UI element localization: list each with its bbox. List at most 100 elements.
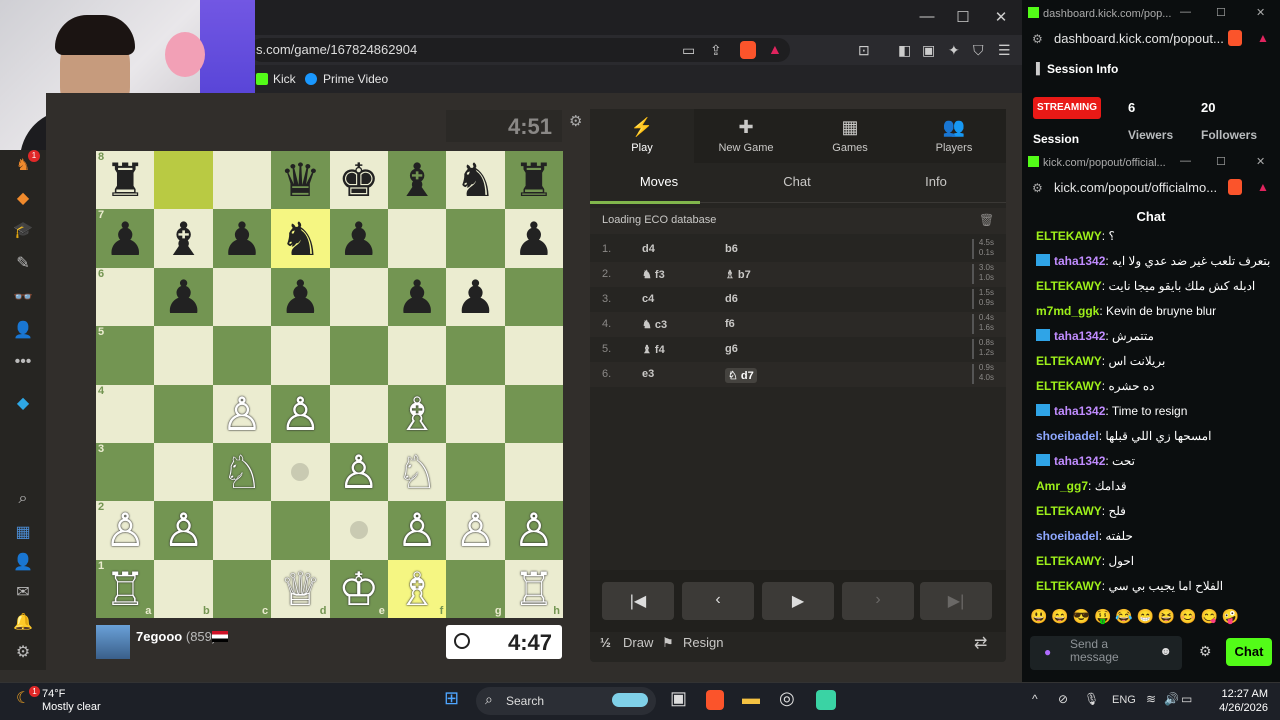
send-message-input[interactable]: ● Send a message ☻ (1030, 636, 1182, 670)
leo-ai-icon[interactable]: ✦ (948, 42, 960, 59)
chat-username[interactable]: shoeibadel (1036, 429, 1099, 443)
square-h6[interactable] (504, 267, 563, 327)
share-icon[interactable]: ⇪ (710, 42, 722, 59)
chat-username[interactable]: taha1342 (1054, 254, 1105, 268)
chess-piece[interactable]: ♟ (455, 274, 496, 320)
square-f2[interactable]: ♙ (387, 501, 447, 560)
binoculars-icon[interactable]: 👓 (12, 287, 34, 307)
chat-username[interactable]: ELTEKAWY (1036, 229, 1102, 243)
chess-piece[interactable]: ♚ (338, 157, 379, 203)
tray-chevron-icon[interactable]: ^ (1032, 692, 1038, 706)
chess-piece[interactable]: ♕ (280, 566, 321, 612)
square-b3[interactable] (154, 442, 213, 502)
chat-username[interactable]: taha1342 (1054, 329, 1105, 343)
square-a8[interactable]: 8 ♜ (96, 151, 155, 210)
subtab-info[interactable]: Info (866, 163, 1006, 203)
chess-piece[interactable]: ♗ (396, 566, 437, 612)
chess-piece[interactable]: ♞ (455, 157, 496, 203)
square-c3[interactable]: ♘ (212, 442, 272, 502)
kick-chat-minimize-icon[interactable]: — (1180, 155, 1191, 167)
chess-piece[interactable]: ♙ (105, 507, 146, 553)
minimize-icon[interactable]: — (912, 8, 942, 25)
square-c2[interactable] (212, 501, 272, 560)
white-move[interactable]: ♞ f3 (642, 268, 665, 281)
square-g2[interactable]: ♙ (446, 501, 505, 560)
next-move-button[interactable]: › (842, 582, 914, 620)
chess-piece[interactable]: ♝ (163, 216, 204, 262)
emoji-icon[interactable]: ☻ (1159, 644, 1172, 658)
avatar[interactable] (96, 625, 130, 659)
black-move[interactable]: ♗ b7 (725, 268, 751, 281)
watch-icon[interactable]: ✎ (12, 253, 34, 273)
learn-icon[interactable]: 🎓 (12, 220, 34, 240)
chat-settings-icon[interactable]: ⚙ (1199, 643, 1212, 660)
square-a7[interactable]: 7 ♟ (96, 209, 155, 268)
community-icon[interactable]: 👤 (12, 320, 34, 340)
square-e5[interactable] (329, 326, 388, 385)
white-move[interactable]: ♞ c3 (642, 318, 667, 331)
flip-board-icon[interactable]: ⇄ (974, 633, 987, 653)
kick-brave-shield-icon[interactable] (1228, 30, 1242, 46)
brave-rewards-icon[interactable]: ▲ (768, 41, 782, 57)
square-f6[interactable]: ♟ (387, 267, 447, 327)
square-f8[interactable]: ♝ (387, 151, 447, 210)
trash-icon[interactable]: 🗑 (979, 213, 994, 227)
move-hint-dot[interactable] (349, 521, 368, 540)
kick-maximize-icon[interactable]: ☐ (1216, 6, 1226, 19)
play-button[interactable]: ▶ (762, 582, 834, 620)
kick-chat-maximize-icon[interactable]: ☐ (1216, 155, 1226, 168)
square-h3[interactable] (504, 442, 563, 502)
black-move[interactable]: d6 (725, 293, 738, 305)
square-a5[interactable]: 5 (96, 326, 155, 385)
square-h5[interactable] (504, 326, 563, 385)
site-info-icon[interactable]: ⚙ (1032, 32, 1043, 46)
subtab-chat[interactable]: Chat (728, 163, 866, 203)
settings-icon[interactable]: ⚙ (12, 642, 34, 662)
chess-piece[interactable]: ♟ (396, 274, 437, 320)
chess-piece[interactable]: ♖ (513, 566, 554, 612)
square-b4[interactable] (154, 384, 213, 443)
white-move[interactable]: c4 (642, 293, 654, 305)
square-b5[interactable] (154, 326, 213, 385)
bell-icon[interactable]: 🔔 (12, 612, 34, 632)
chat-username[interactable]: ELTEKAWY (1036, 554, 1102, 568)
square-e8[interactable]: ♚ (329, 151, 388, 210)
square-c8[interactable] (212, 151, 272, 210)
square-d2[interactable] (271, 501, 330, 560)
square-e2[interactable] (329, 501, 388, 560)
square-e7[interactable]: ♟ (329, 209, 388, 268)
player-username[interactable]: 7egooo (136, 629, 182, 644)
chat-username[interactable]: ELTEKAWY (1036, 279, 1102, 293)
black-move[interactable]: ♘ d7 (725, 368, 757, 383)
square-g1[interactable]: g (446, 559, 505, 618)
chess-piece[interactable]: ♟ (513, 216, 554, 262)
chat-site-info-icon[interactable]: ⚙ (1032, 181, 1043, 195)
brave-taskbar-icon[interactable] (706, 690, 724, 710)
move-hint-dot[interactable] (291, 463, 310, 482)
close-icon[interactable]: ✕ (986, 8, 1016, 26)
square-g6[interactable]: ♟ (446, 267, 505, 327)
chrome-taskbar-icon[interactable]: ◎ (779, 688, 795, 709)
white-move[interactable]: d4 (642, 243, 655, 255)
chess-piece[interactable]: ♞ (280, 216, 321, 262)
resign-button[interactable]: Resign (683, 635, 723, 650)
square-g5[interactable] (446, 326, 505, 385)
search-icon[interactable]: ⌕ (12, 490, 34, 510)
white-move[interactable]: e3 (642, 368, 654, 380)
cast-icon[interactable]: ▭ (682, 42, 695, 59)
chess-piece[interactable]: ♙ (513, 507, 554, 553)
board-settings-icon[interactable]: ⚙ (569, 112, 582, 130)
chat-send-button[interactable]: Chat (1226, 638, 1272, 666)
square-d1[interactable]: d ♕ (271, 559, 330, 618)
black-move[interactable]: f6 (725, 318, 735, 330)
first-move-button[interactable]: |◀ (602, 582, 674, 620)
square-b1[interactable]: b (154, 559, 213, 618)
kick-minimize-icon[interactable]: — (1180, 6, 1191, 18)
square-d7[interactable]: ♞ (271, 209, 330, 268)
task-view-icon[interactable]: ▣ (670, 688, 687, 709)
chat-username[interactable]: ELTEKAWY (1036, 354, 1102, 368)
wallet-icon[interactable]: ▣ (922, 42, 935, 59)
screenshot-icon[interactable]: ⊡ (858, 42, 870, 59)
chat-username[interactable]: shoeibadel (1036, 529, 1099, 543)
kick-chat-rewards-icon[interactable]: ▲ (1257, 180, 1269, 194)
